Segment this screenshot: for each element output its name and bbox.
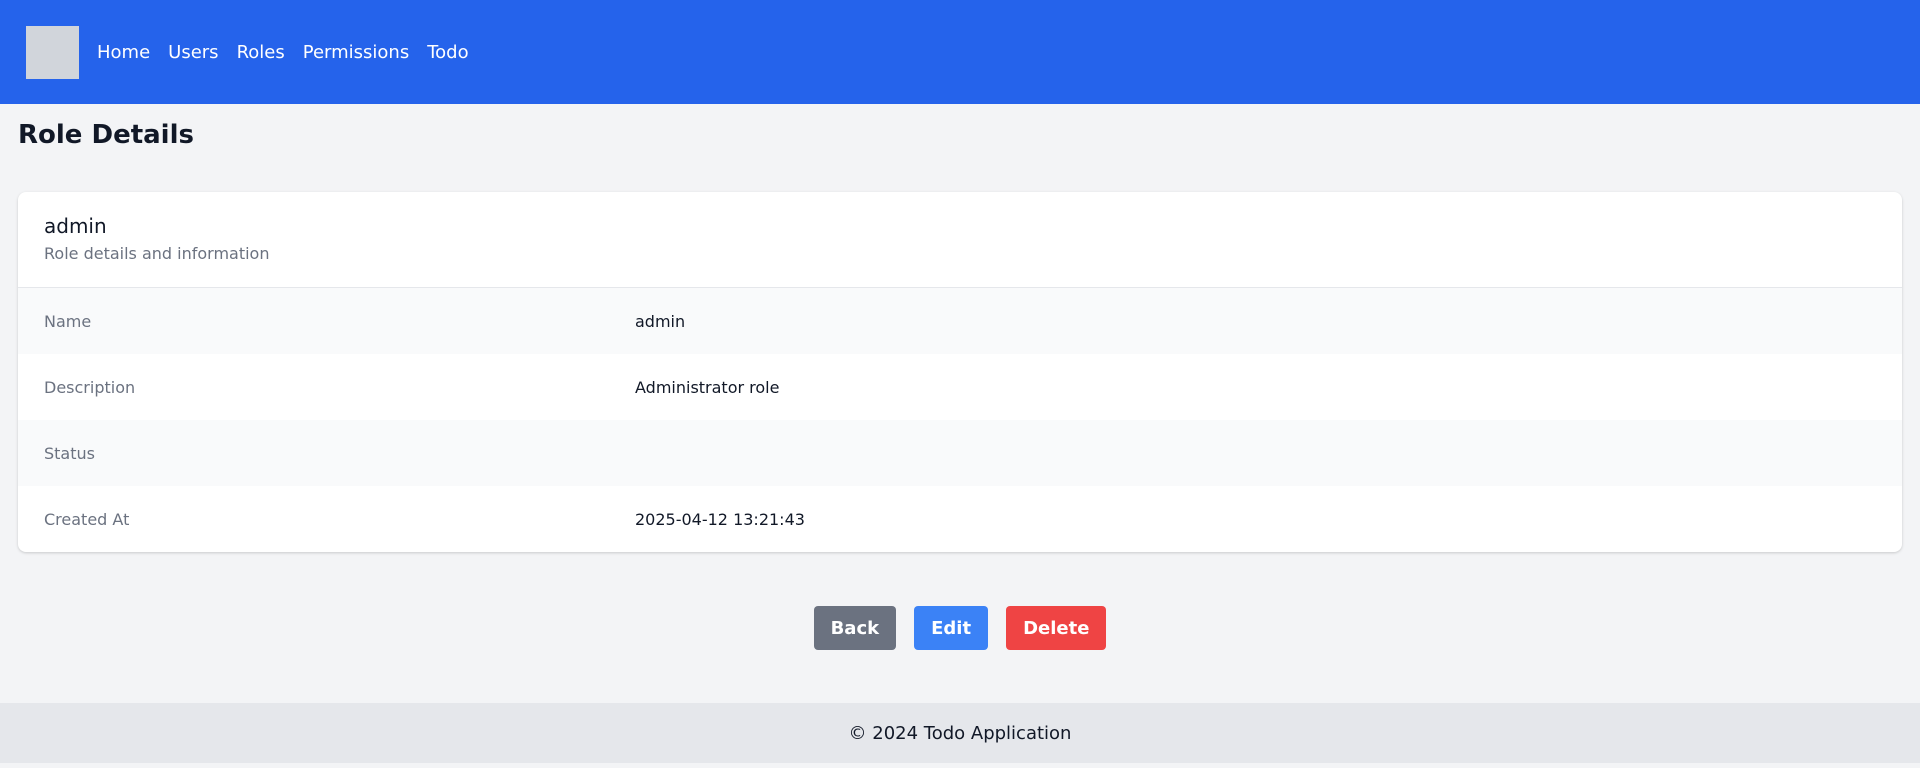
- page-title: Role Details: [18, 120, 194, 150]
- top-navbar: Home Users Roles Permissions Todo: [0, 0, 1920, 104]
- detail-label: Status: [44, 443, 95, 463]
- action-buttons: Back Edit Delete: [0, 606, 1920, 650]
- detail-label: Name: [44, 311, 92, 331]
- back-button[interactable]: Back: [813, 606, 897, 650]
- nav-link-home[interactable]: Home: [97, 42, 150, 63]
- nav-link-users[interactable]: Users: [168, 42, 218, 63]
- card-header: admin Role details and information: [18, 192, 1902, 288]
- card-subtitle: Role details and information: [44, 244, 270, 263]
- detail-row-created-at: Created At 2025-04-12 13:21:43: [18, 486, 1902, 552]
- detail-row-name: Name admin: [18, 288, 1902, 354]
- edit-button[interactable]: Edit: [914, 606, 989, 650]
- detail-row-description: Description Administrator role: [18, 354, 1902, 420]
- detail-value: admin: [635, 311, 686, 331]
- card-title: admin: [44, 214, 107, 238]
- detail-value: 2025-04-12 13:21:43: [635, 509, 805, 529]
- nav-link-todo[interactable]: Todo: [427, 42, 468, 63]
- nav-link-roles[interactable]: Roles: [237, 42, 285, 63]
- footer: © 2024 Todo Application: [0, 703, 1920, 763]
- detail-label: Created At: [44, 509, 130, 529]
- delete-button[interactable]: Delete: [1006, 606, 1107, 650]
- nav-link-permissions[interactable]: Permissions: [303, 42, 409, 63]
- detail-label: Description: [44, 377, 136, 397]
- footer-text: © 2024 Todo Application: [848, 722, 1072, 744]
- logo[interactable]: [26, 25, 79, 79]
- role-details-card: admin Role details and information Name …: [18, 192, 1902, 552]
- detail-row-status: Status: [18, 420, 1902, 486]
- detail-value: Administrator role: [635, 377, 780, 397]
